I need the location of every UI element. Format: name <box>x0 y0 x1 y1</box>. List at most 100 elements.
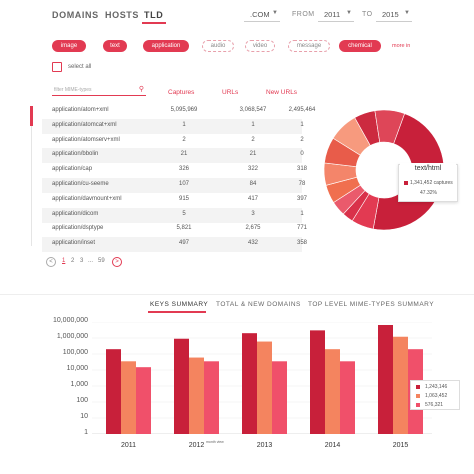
bar-2014-series-0[interactable] <box>310 330 325 434</box>
header-urls[interactable]: URLs <box>222 89 238 96</box>
chip-application[interactable]: application <box>143 40 189 52</box>
tab-keys-summary[interactable]: KEYS SUMMARY <box>150 301 208 308</box>
new-urls-cell: 358 <box>296 240 307 247</box>
bar-2012-series-0[interactable] <box>174 338 189 434</box>
captures-cell: 2 <box>182 136 186 143</box>
select-all-checkbox[interactable] <box>52 62 62 72</box>
legend-swatch <box>416 394 420 398</box>
bar-2011-series-0[interactable] <box>106 349 121 434</box>
page-ellipsis: ... <box>88 258 94 264</box>
page-link-current[interactable]: 1 <box>62 258 65 264</box>
nav-domains[interactable]: DOMAINS <box>52 10 99 20</box>
table-row[interactable]: application/cu-seeme 107 84 78 <box>42 178 305 193</box>
next-page-button[interactable]: > <box>112 257 122 267</box>
y-tick-label: 100 <box>76 397 88 404</box>
bar-2012-series-2[interactable] <box>204 361 219 434</box>
legend-swatch <box>416 403 420 407</box>
table-row[interactable]: application/dsptype 5,821 2,675 771 <box>42 222 307 237</box>
urls-cell: 417 <box>247 195 258 202</box>
mime-cell: application/davmount+xml <box>52 195 122 202</box>
x-tick-label: 2011 <box>120 442 137 449</box>
captures-cell: 5,095,969 <box>170 107 198 113</box>
table-row[interactable]: application/atom+xml 5,095,969 3,068,547 2,… <box>42 104 315 119</box>
keys-summary-bar-chart <box>92 322 432 434</box>
legend-value: 576,321 <box>425 402 444 408</box>
y-tick-label: 100,000 <box>62 349 88 356</box>
captures-cell: 915 <box>178 195 189 202</box>
chevron-down-icon: ▼ <box>404 10 410 16</box>
y-tick-label: 10,000 <box>66 365 88 372</box>
donut-tooltip-percent: 47.32% <box>420 190 437 196</box>
bar-2013-series-0[interactable] <box>242 333 257 434</box>
captures-cell: 1 <box>182 121 186 128</box>
new-urls-cell: 0 <box>300 151 304 158</box>
section-divider <box>0 294 474 295</box>
month-view-note[interactable]: month view <box>206 440 224 444</box>
chip-audio[interactable]: audio <box>202 40 234 52</box>
y-tick-label: 10 <box>80 413 88 420</box>
chip-image[interactable]: image <box>52 40 86 52</box>
chevron-down-icon: ▼ <box>272 10 278 16</box>
table-row[interactable]: application/cap 326 322 318 <box>42 163 307 178</box>
urls-cell: 432 <box>247 240 258 247</box>
tld-select[interactable]: .COM ▼ <box>244 9 280 22</box>
bar-2011-series-1[interactable] <box>121 361 136 434</box>
bar-2013-series-2[interactable] <box>272 361 287 434</box>
table-row[interactable]: application/inset 497 432 358 <box>42 237 307 253</box>
from-select[interactable]: 2011 ▼ <box>318 9 354 22</box>
mime-cell: application/atom+xml <box>52 107 109 113</box>
table-row[interactable]: application/dicom 5 3 1 <box>42 207 304 223</box>
mime-cell: application/inset <box>52 240 96 247</box>
table-row[interactable]: application/atomserv+xml 2 2 2 <box>42 134 304 149</box>
table-scrollbar[interactable] <box>31 106 32 246</box>
mime-cell: application/dicom <box>52 210 99 217</box>
header-captures[interactable]: Captures <box>168 89 194 96</box>
more-link[interactable]: more in <box>392 43 410 49</box>
bar-2015-series-0[interactable] <box>378 324 393 434</box>
tab-total-new-domains[interactable]: TOTAL & NEW DOMAINS <box>216 301 301 308</box>
search-icon[interactable]: ⚲ <box>139 85 144 93</box>
prev-page-button[interactable]: < <box>46 257 56 267</box>
chip-text[interactable]: text <box>103 40 127 52</box>
captures-cell: 326 <box>178 166 189 173</box>
x-tick-label: 2013 <box>256 442 273 449</box>
bar-2014-series-2[interactable] <box>340 361 355 434</box>
x-tick-label: 2015 <box>392 442 409 449</box>
tab-top-level-mime-types[interactable]: TOP LEVEL MIME-TYPES SUMMARY <box>308 301 434 308</box>
to-select-value: 2015 <box>382 10 399 19</box>
bar-2013-series-1[interactable] <box>257 341 272 434</box>
bar-2014-series-1[interactable] <box>325 349 340 434</box>
page-link[interactable]: 2 <box>71 258 74 264</box>
new-urls-cell: 318 <box>296 166 307 173</box>
page-link[interactable]: 3 <box>80 258 83 264</box>
captures-cell: 107 <box>178 181 189 187</box>
table-row[interactable]: application/atomcat+xml 1 1 1 <box>42 118 304 134</box>
urls-cell: 3 <box>251 210 255 217</box>
legend-value: 1,243,146 <box>425 384 448 390</box>
new-urls-cell: 2 <box>300 136 304 143</box>
mime-cell: application/atomserv+xml <box>52 136 120 143</box>
y-tick-label: 10,000,000 <box>52 317 88 324</box>
to-select[interactable]: 2015 ▼ <box>376 9 412 22</box>
donut-tooltip-swatch <box>404 181 408 185</box>
page-link[interactable]: 59 <box>98 258 105 264</box>
table-row[interactable]: application/davmount+xml 915 417 397 <box>42 193 307 208</box>
mime-cell: application/bbolin <box>52 151 99 158</box>
nav-tld[interactable]: TLD <box>144 10 163 20</box>
chip-chemical[interactable]: chemical <box>339 40 381 52</box>
table-row[interactable]: application/bbolin 21 21 0 <box>42 148 304 164</box>
chip-video[interactable]: video <box>245 40 275 52</box>
bar-2015-series-1[interactable] <box>393 336 408 434</box>
table-scrollbar-thumb[interactable] <box>30 106 33 126</box>
to-label: TO <box>362 11 373 18</box>
mime-cell: application/cu-seeme <box>52 181 109 187</box>
bar-2012-series-1[interactable] <box>189 357 204 434</box>
mime-cell: application/dsptype <box>52 225 104 232</box>
nav-hosts[interactable]: HOSTS <box>105 10 139 20</box>
chip-message[interactable]: message <box>288 40 330 52</box>
urls-cell: 84 <box>249 181 257 187</box>
captures-cell: 5,821 <box>176 225 192 232</box>
mime-filter-input[interactable]: filter MIME-types ⚲ <box>52 84 146 96</box>
header-new-urls[interactable]: New URLs <box>266 89 297 96</box>
bar-2011-series-2[interactable] <box>136 367 151 434</box>
